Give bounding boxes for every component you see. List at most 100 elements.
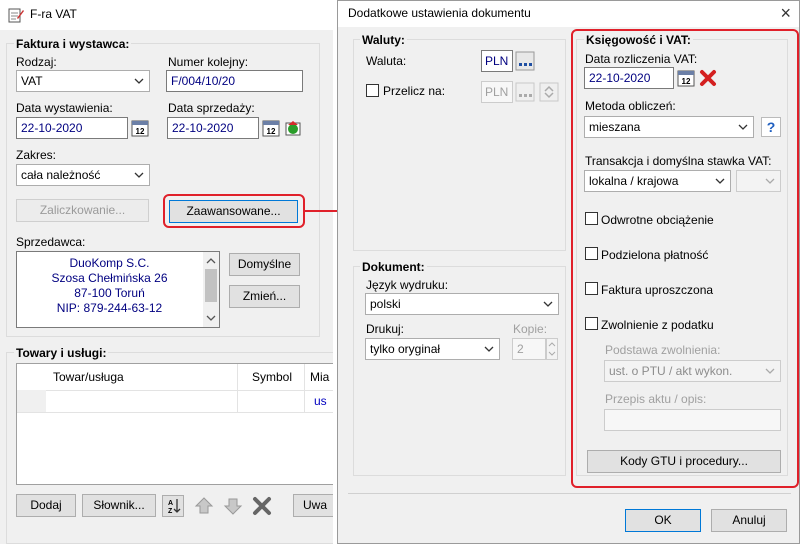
- copies-stepper[interactable]: [546, 338, 558, 360]
- clear-date-icon[interactable]: [698, 68, 718, 88]
- goods-table-header: Towar/usługa Symbol Mia: [17, 364, 333, 412]
- dictionary-button[interactable]: Słownik...: [82, 494, 156, 517]
- delete-icon[interactable]: [251, 495, 273, 517]
- scope-label: Zakres:: [16, 148, 57, 162]
- currency-label: Waluta:: [366, 54, 407, 68]
- issue-date-calendar-icon[interactable]: 12: [130, 118, 150, 138]
- scroll-thumb[interactable]: [205, 269, 217, 302]
- seller-scrollbar[interactable]: [203, 252, 219, 327]
- advance-payment-button[interactable]: Zaliczkowanie...: [16, 199, 149, 222]
- default-seller-button[interactable]: Domyślne: [229, 253, 300, 276]
- chevron-down-icon: [765, 178, 775, 184]
- seller-label: Sprzedawca:: [16, 235, 86, 249]
- chevron-down-icon: [134, 172, 144, 178]
- notes-button[interactable]: Uwa: [293, 494, 333, 517]
- reverse-charge-checkbox[interactable]: [585, 212, 598, 225]
- chevron-down-icon: [715, 178, 725, 184]
- vat-rate-select[interactable]: [736, 170, 781, 192]
- vat-date-calendar-icon[interactable]: 12: [676, 68, 696, 88]
- convert-label: Przelicz na:: [383, 84, 446, 98]
- legal-act-input[interactable]: [604, 409, 781, 431]
- sale-date-label: Data sprzedaży:: [168, 101, 255, 115]
- tax-exemption-checkbox[interactable]: [585, 317, 598, 330]
- goods-group-title: Towary i usługi:: [14, 346, 109, 360]
- type-label: Rodzaj:: [16, 55, 57, 69]
- type-select[interactable]: VAT: [16, 70, 150, 92]
- move-down-icon[interactable]: [222, 495, 244, 517]
- column-header[interactable]: Mia: [310, 370, 329, 384]
- print-select[interactable]: tylko oryginał: [365, 338, 500, 360]
- chevron-down-icon: [765, 368, 775, 374]
- reverse-charge-label: Odwrotne obciążenie: [601, 213, 714, 227]
- currency-group-title: Waluty:: [360, 33, 407, 47]
- seller-line: NIP: 879-244-63-12: [56, 301, 163, 315]
- convert-picker-icon[interactable]: [515, 82, 535, 102]
- sale-date-calendar-icon[interactable]: 12: [261, 118, 281, 138]
- chevron-down-icon: [543, 301, 553, 307]
- scope-select[interactable]: cała należność: [16, 164, 150, 186]
- stepper-up-icon[interactable]: [547, 339, 557, 349]
- vat-date-input[interactable]: 22-10-2020: [584, 67, 674, 89]
- svg-text:12: 12: [136, 127, 145, 136]
- change-seller-button[interactable]: Zmień...: [229, 285, 300, 308]
- simplified-invoice-checkbox[interactable]: [585, 282, 598, 295]
- language-select-value: polski: [370, 297, 401, 311]
- transaction-select[interactable]: lokalna / krajowa: [584, 170, 731, 192]
- language-label: Język wydruku:: [366, 278, 449, 292]
- move-up-icon[interactable]: [193, 495, 215, 517]
- copy-date-icon[interactable]: [283, 118, 303, 138]
- sort-az-icon[interactable]: AZ: [162, 495, 184, 517]
- svg-text:12: 12: [682, 77, 691, 86]
- row-indicator: [17, 390, 46, 412]
- dialog-titlebar[interactable]: Dodatkowe ustawienia dokumentu ×: [338, 1, 799, 27]
- currency-input[interactable]: PLN: [481, 50, 513, 72]
- document-settings-dialog: Dodatkowe ustawienia dokumentu × Waluty:…: [337, 0, 800, 544]
- method-select[interactable]: mieszana: [584, 116, 754, 138]
- scroll-down-icon[interactable]: [203, 311, 219, 325]
- exchange-rate-icon[interactable]: [539, 82, 559, 102]
- row-cell-unit: us: [314, 394, 327, 408]
- simplified-invoice-label: Faktura uproszczona: [601, 283, 714, 297]
- copies-input[interactable]: 2: [512, 338, 546, 360]
- ok-button[interactable]: OK: [625, 509, 701, 532]
- invoice-icon: [8, 7, 24, 23]
- legal-act-label: Przepis aktu / opis:: [605, 392, 707, 406]
- svg-text:A: A: [168, 500, 173, 507]
- advanced-button-highlight: [163, 194, 305, 228]
- dialog-title: Dodatkowe ustawienia dokumentu: [348, 6, 531, 20]
- help-icon[interactable]: ?: [761, 117, 781, 137]
- svg-text:12: 12: [267, 127, 276, 136]
- document-group-title: Dokument:: [360, 260, 427, 274]
- convert-currency-input[interactable]: PLN: [481, 81, 513, 103]
- close-icon[interactable]: ×: [780, 3, 791, 24]
- stepper-down-icon[interactable]: [547, 349, 557, 359]
- invoice-issuer-group-title: Faktura i wystawca:: [14, 37, 132, 51]
- convert-checkbox[interactable]: [366, 84, 379, 97]
- sale-date-input[interactable]: 22-10-2020: [167, 117, 259, 139]
- invoice-window-titlebar[interactable]: F-ra VAT: [0, 0, 333, 30]
- gtu-codes-button[interactable]: Kody GTU i procedury...: [587, 450, 781, 473]
- add-button[interactable]: Dodaj: [16, 494, 76, 517]
- currency-picker-icon[interactable]: [515, 51, 535, 71]
- language-select[interactable]: polski: [365, 293, 559, 315]
- number-label: Numer kolejny:: [168, 55, 249, 69]
- invoice-window: F-ra VAT Faktura i wystawca: Rodzaj: VAT…: [0, 0, 333, 544]
- exemption-basis-select[interactable]: ust. o PTU / akt wykon.: [604, 360, 781, 382]
- scroll-up-icon[interactable]: [203, 254, 219, 268]
- table-row[interactable]: us: [17, 390, 333, 413]
- seller-box[interactable]: DuoKomp S.C. Szosa Chełmińska 26 87-100 …: [16, 251, 220, 328]
- chevron-down-icon: [484, 346, 494, 352]
- invoice-window-title: F-ra VAT: [30, 7, 77, 21]
- number-input[interactable]: F/004/10/20: [166, 70, 303, 92]
- column-header[interactable]: Towar/usługa: [53, 370, 124, 384]
- svg-text:Z: Z: [168, 508, 173, 515]
- column-header[interactable]: Symbol: [252, 370, 292, 384]
- split-payment-checkbox[interactable]: [585, 247, 598, 260]
- issue-date-input[interactable]: 22-10-2020: [16, 117, 128, 139]
- method-label: Metoda obliczeń:: [585, 99, 676, 113]
- exemption-basis-value: ust. o PTU / akt wykon.: [609, 364, 733, 378]
- goods-table[interactable]: Towar/usługa Symbol Mia us: [16, 363, 333, 485]
- seller-line: DuoKomp S.C.: [69, 256, 150, 270]
- cancel-button[interactable]: Anuluj: [711, 509, 787, 532]
- type-select-value: VAT: [21, 74, 43, 88]
